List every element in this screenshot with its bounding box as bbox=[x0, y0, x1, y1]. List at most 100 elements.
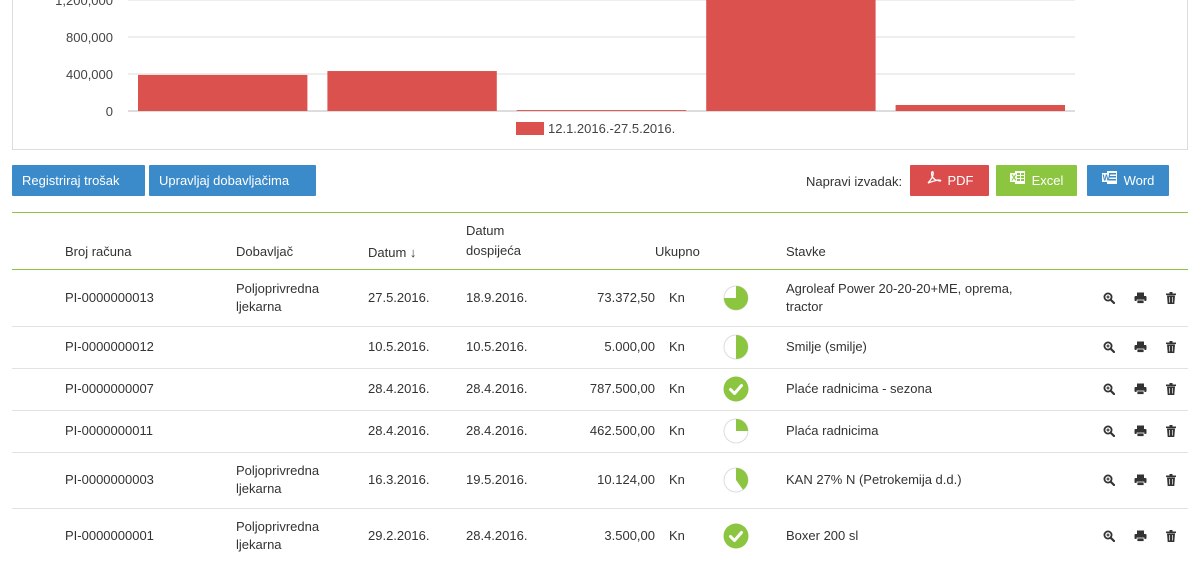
invoice-number[interactable]: PI-0000000003 bbox=[65, 471, 154, 489]
items-description: Boxer 200 sl bbox=[786, 528, 859, 543]
header-due-line2: dospijeća bbox=[466, 243, 521, 258]
svg-text:X: X bbox=[1011, 174, 1017, 183]
export-word-button[interactable]: W Word bbox=[1087, 165, 1169, 196]
invoice-date: 16.3.2016. bbox=[368, 472, 430, 487]
y-tick-label: 400,000 bbox=[66, 67, 113, 82]
header-date-sorted[interactable]: Datum ↓ bbox=[368, 245, 416, 260]
amount: 462.500,00 bbox=[589, 423, 655, 438]
currency: Kn bbox=[669, 339, 685, 354]
delete-icon[interactable] bbox=[1166, 292, 1176, 307]
items-description: Agroleaf Power 20-20-20+ME, oprema, tract… bbox=[786, 280, 1013, 316]
header-items[interactable]: Stavke bbox=[786, 244, 826, 259]
payment-status-pie bbox=[723, 467, 749, 496]
export-pdf-button[interactable]: PDF bbox=[910, 165, 989, 196]
supplier-name-line2: ljekarna bbox=[236, 299, 282, 314]
y-tick-label: 800,000 bbox=[66, 30, 113, 45]
amount: 5.000,00 bbox=[604, 339, 655, 354]
currency: Kn bbox=[669, 381, 685, 396]
register-expense-label: Registriraj trošak bbox=[22, 173, 120, 188]
invoice-date: 27.5.2016. bbox=[368, 290, 430, 305]
invoice-number[interactable]: PI-0000000001 bbox=[65, 527, 154, 545]
currency: Kn bbox=[669, 472, 685, 487]
view-icon[interactable] bbox=[1103, 383, 1116, 398]
delete-icon[interactable] bbox=[1166, 425, 1176, 440]
manage-suppliers-button[interactable]: Upravljaj dobavljačima bbox=[149, 165, 316, 196]
export-excel-button[interactable]: X Excel bbox=[996, 165, 1077, 196]
invoice-number[interactable]: PI-0000000011 bbox=[65, 422, 153, 440]
print-icon[interactable] bbox=[1134, 474, 1147, 489]
word-icon: W bbox=[1101, 165, 1118, 196]
view-icon[interactable] bbox=[1103, 292, 1116, 307]
items-description-line1: Agroleaf Power 20-20-20+ME, oprema, bbox=[786, 281, 1013, 296]
svg-text:W: W bbox=[1102, 174, 1110, 183]
invoice-number[interactable]: PI-0000000013 bbox=[65, 289, 154, 307]
amount: 10.124,00 bbox=[597, 472, 655, 487]
row-divider bbox=[12, 368, 1188, 369]
print-icon[interactable] bbox=[1134, 425, 1147, 440]
supplier-name: Poljoprivredna ljekarna bbox=[236, 280, 319, 316]
row-divider bbox=[12, 452, 1188, 453]
payment-status-pie bbox=[723, 334, 749, 363]
items-description: Smilje (smilje) bbox=[786, 339, 867, 354]
view-icon[interactable] bbox=[1103, 474, 1116, 489]
supplier-name-line1: Poljoprivredna bbox=[236, 463, 320, 478]
due-date: 19.5.2016. bbox=[466, 472, 528, 487]
invoice-number[interactable]: PI-0000000007 bbox=[65, 380, 154, 398]
delete-icon[interactable] bbox=[1166, 383, 1176, 398]
print-icon[interactable] bbox=[1134, 341, 1147, 356]
header-total[interactable]: Ukupno bbox=[655, 244, 700, 259]
due-date: 28.4.2016. bbox=[466, 381, 528, 396]
view-icon[interactable] bbox=[1103, 530, 1116, 545]
invoice-date: 28.4.2016. bbox=[368, 423, 430, 438]
due-date: 10.5.2016. bbox=[466, 339, 528, 354]
excel-label: Excel bbox=[1031, 173, 1064, 188]
delete-icon[interactable] bbox=[1166, 530, 1176, 545]
print-icon[interactable] bbox=[1134, 292, 1147, 307]
chart-panel: 0 400,000 800,000 1,200,000 12.1.2016.-27.5.… bbox=[12, 0, 1188, 150]
legend-swatch bbox=[516, 122, 544, 135]
invoice-date: 28.4.2016. bbox=[368, 381, 430, 396]
print-icon[interactable] bbox=[1134, 530, 1147, 545]
payment-status-pie bbox=[723, 285, 749, 314]
items-description: Plaća radnicima bbox=[786, 423, 879, 438]
items-description: Plaće radnicima - sezona bbox=[786, 381, 932, 396]
manage-suppliers-label: Upravljaj dobavljačima bbox=[159, 173, 290, 188]
pdf-icon bbox=[926, 165, 942, 196]
header-due-date[interactable]: Datum dospijeća bbox=[466, 223, 521, 259]
invoice-number[interactable]: PI-0000000012 bbox=[65, 338, 154, 356]
items-description: KAN 27% N (Petrokemija d.d.) bbox=[786, 472, 962, 487]
due-date: 18.9.2016. bbox=[466, 290, 528, 305]
view-icon[interactable] bbox=[1103, 341, 1116, 356]
y-tick-label: 1,200,000 bbox=[55, 0, 113, 8]
amount: 787.500,00 bbox=[589, 381, 655, 396]
bar bbox=[706, 0, 876, 111]
supplier-name-line2: ljekarna bbox=[236, 481, 282, 496]
table-top-divider bbox=[12, 212, 1188, 213]
delete-icon[interactable] bbox=[1166, 474, 1176, 489]
due-date: 28.4.2016. bbox=[466, 528, 528, 543]
header-supplier[interactable]: Dobavljač bbox=[236, 244, 293, 259]
pdf-label: PDF bbox=[947, 173, 974, 188]
word-label: Word bbox=[1123, 173, 1155, 188]
currency: Kn bbox=[669, 423, 685, 438]
expense-chart: 0 400,000 800,000 1,200,000 12.1.2016.-27.5.… bbox=[55, 0, 1075, 136]
supplier-name: Poljoprivredna ljekarna bbox=[236, 518, 319, 554]
bar bbox=[138, 74, 308, 111]
print-icon[interactable] bbox=[1134, 383, 1147, 398]
bar bbox=[327, 71, 497, 111]
invoice-date: 10.5.2016. bbox=[368, 339, 430, 354]
header-invoice-number[interactable]: Broj računa bbox=[65, 244, 131, 259]
payment-status-pie bbox=[723, 376, 749, 405]
register-expense-button[interactable]: Registriraj trošak bbox=[12, 165, 145, 196]
items-description-line2: tractor bbox=[786, 299, 823, 314]
bar bbox=[516, 110, 687, 111]
view-icon[interactable] bbox=[1103, 425, 1116, 440]
row-divider bbox=[12, 508, 1188, 509]
currency: Kn bbox=[669, 528, 685, 543]
legend-label: 12.1.2016.-27.5.2016. bbox=[548, 121, 675, 136]
table-header-divider bbox=[12, 269, 1188, 270]
payment-status-pie bbox=[723, 418, 749, 447]
delete-icon[interactable] bbox=[1166, 341, 1176, 356]
bar bbox=[895, 104, 1065, 111]
supplier-name-line2: ljekarna bbox=[236, 537, 282, 552]
